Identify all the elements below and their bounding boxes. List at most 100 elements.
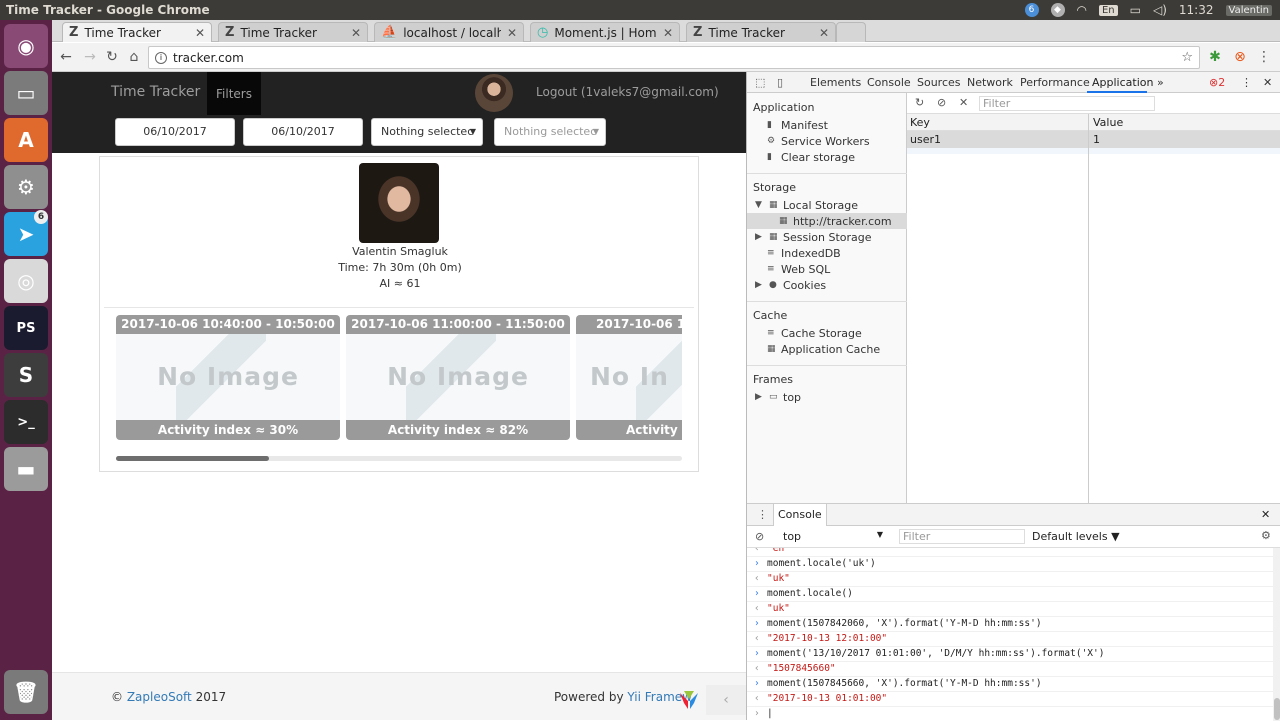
forward-icon[interactable]: → xyxy=(82,49,98,65)
screenshots-strip[interactable]: 2017-10-06 10:40:00 - 10:50:00 No Image … xyxy=(116,315,682,441)
close-tab-icon[interactable]: ✕ xyxy=(195,26,205,40)
drive-icon[interactable]: ▬ xyxy=(4,447,48,491)
value-column-header[interactable]: Value xyxy=(1093,116,1123,129)
refresh-icon[interactable]: ↻ xyxy=(915,96,924,109)
system-top-bar: Time Tracker - Google Chrome 6 ◆ ◠ En ▭ … xyxy=(0,0,1280,20)
battery-icon[interactable]: ▭ xyxy=(1130,3,1141,17)
reload-icon[interactable]: ↻ xyxy=(104,49,120,65)
sidebar-item-cookies[interactable]: ▶ ● Cookies xyxy=(755,279,826,292)
chrome-menu-icon[interactable]: ⋮ xyxy=(1256,49,1272,65)
tab-console[interactable]: Console xyxy=(867,76,911,89)
keyboard-layout[interactable]: En xyxy=(1098,4,1118,16)
sidebar-item-session-storage[interactable]: ▶ ▦ Session Storage xyxy=(755,231,872,244)
tab-time-tracker-1[interactable]: Z Time Tracker ✕ xyxy=(62,22,212,42)
device-toolbar-icon[interactable]: ▯ xyxy=(777,76,783,89)
console-filter-input[interactable]: Filter xyxy=(899,529,1025,544)
error-count-badge[interactable]: ⊗2 xyxy=(1209,76,1225,89)
trash-icon[interactable]: 🗑 xyxy=(4,670,48,714)
chrome-icon[interactable]: ◎ xyxy=(4,259,48,303)
debug-toolbar-toggle[interactable]: ‹ xyxy=(706,685,746,715)
phpstorm-icon[interactable]: PS xyxy=(4,306,48,350)
close-tab-icon[interactable]: ✕ xyxy=(663,26,673,40)
context-select[interactable]: top ▼ xyxy=(775,529,885,544)
sidebar-item-manifest[interactable]: ▮ Manifest xyxy=(767,119,828,132)
extension-orange-icon[interactable]: ⊗ xyxy=(1232,49,1248,65)
company-link[interactable]: ZapleoSoft xyxy=(127,690,192,704)
table-row[interactable]: user1 1 xyxy=(907,131,1280,148)
close-tab-icon[interactable]: ✕ xyxy=(507,26,517,40)
console-settings-gear-icon[interactable]: ⚙ xyxy=(1261,529,1271,542)
site-info-icon[interactable]: i xyxy=(155,51,167,64)
filters-tab[interactable]: Filters xyxy=(207,72,261,115)
tab-momentjs[interactable]: ◷ Moment.js | Home ✕ xyxy=(530,22,680,42)
delete-selected-icon[interactable]: ✕ xyxy=(959,96,968,109)
close-drawer-icon[interactable]: ✕ xyxy=(1261,508,1270,521)
drawer-menu-icon[interactable]: ⋮ xyxy=(757,508,768,521)
clear-all-icon[interactable]: ⊘ xyxy=(937,96,946,109)
sidebar-item-cache-storage[interactable]: ≡ Cache Storage xyxy=(767,327,862,340)
tab-performance[interactable]: Performance xyxy=(1020,76,1090,89)
sidebar-item-local-storage-origin[interactable]: ▦ http://tracker.com xyxy=(747,213,907,229)
logout-link[interactable]: Logout (1valeks7@gmail.com) xyxy=(536,85,719,99)
dropbox-icon[interactable]: ◆ xyxy=(1050,3,1065,17)
sidebar-item-indexeddb[interactable]: ≡ IndexedDB xyxy=(767,247,841,260)
bookmark-star-icon[interactable]: ☆ xyxy=(1181,50,1193,65)
app-brand[interactable]: Time Tracker xyxy=(111,84,200,100)
close-tab-icon[interactable]: ✕ xyxy=(819,26,829,40)
column-divider[interactable] xyxy=(1088,114,1089,503)
tab-sources[interactable]: Sources xyxy=(917,76,961,89)
wifi-icon[interactable]: ◠ xyxy=(1077,3,1087,17)
console-output[interactable]: ‹ "en" › moment.locale('uk') ‹ "uk" › moment.lo… xyxy=(747,548,1273,721)
sidebar-item-application-cache[interactable]: ▦ Application Cache xyxy=(767,343,880,356)
inspect-element-icon[interactable]: ⬚ xyxy=(755,76,765,89)
screenshot-card[interactable]: 2017-10-06 10:40:00 - 10:50:00 No Image … xyxy=(116,315,340,440)
ubuntu-dash-icon[interactable]: ◉ xyxy=(4,24,48,68)
console-scrollbar[interactable] xyxy=(1273,548,1280,721)
tab-elements[interactable]: Elements xyxy=(810,76,861,89)
volume-icon[interactable]: ◁) xyxy=(1153,3,1167,17)
project-select[interactable]: Nothing selectec ▼ xyxy=(494,118,606,146)
close-tab-icon[interactable]: ✕ xyxy=(351,26,361,40)
sidebar-item-frame-top[interactable]: ▶ ▭ top xyxy=(755,391,801,404)
clock[interactable]: 11:32 xyxy=(1179,3,1214,17)
back-icon[interactable]: ← xyxy=(58,49,74,65)
sidebar-item-local-storage[interactable]: ▼ ▦ Local Storage xyxy=(755,199,858,212)
sidebar-item-service-workers[interactable]: ⚙ Service Workers xyxy=(767,135,870,148)
user-menu[interactable]: Valentin xyxy=(1225,4,1272,16)
tab-time-tracker-3[interactable]: Z Time Tracker ✕ xyxy=(686,22,836,42)
files-icon[interactable]: ▭ xyxy=(4,71,48,115)
key-column-header[interactable]: Key xyxy=(910,116,930,129)
notification-badge[interactable]: 6 xyxy=(1024,3,1039,17)
date-to-input[interactable]: 06/10/2017 xyxy=(243,118,363,146)
sidebar-item-clear-storage[interactable]: ▮ Clear storage xyxy=(767,151,855,164)
telegram-icon[interactable]: ➤ 6 xyxy=(4,210,48,256)
home-icon[interactable]: ⌂ xyxy=(126,49,142,65)
new-tab-button[interactable] xyxy=(836,22,866,42)
date-from-input[interactable]: 06/10/2017 xyxy=(115,118,235,146)
scrollbar-thumb[interactable] xyxy=(1274,698,1280,720)
item-label: Application Cache xyxy=(781,343,881,356)
drawer-tab-console[interactable]: Console xyxy=(773,504,827,526)
sidebar-item-websql[interactable]: ≡ Web SQL xyxy=(767,263,830,276)
tab-network[interactable]: Network xyxy=(967,76,1013,89)
system-settings-icon[interactable]: ⚙ xyxy=(4,165,48,209)
scrollbar-thumb[interactable] xyxy=(116,456,269,461)
tab-time-tracker-2[interactable]: Z Time Tracker ✕ xyxy=(218,22,368,42)
clear-console-icon[interactable]: ⊘ xyxy=(755,530,764,543)
devtools-menu-icon[interactable]: ⋮ xyxy=(1241,76,1252,89)
tab-application[interactable]: Application xyxy=(1092,76,1153,89)
software-center-icon[interactable]: A xyxy=(4,118,48,162)
close-devtools-icon[interactable]: ✕ xyxy=(1263,76,1272,89)
terminal-icon[interactable]: >_ xyxy=(4,400,48,444)
user-select[interactable]: Nothing selectec ▼ xyxy=(371,118,483,146)
storage-filter-input[interactable]: Filter xyxy=(979,96,1155,111)
more-tabs-icon[interactable]: » xyxy=(1157,76,1164,89)
screenshot-card[interactable]: 2017-10-06 11:00:00 - 11:50:00 No Image … xyxy=(346,315,570,440)
extension-green-icon[interactable]: ✱ xyxy=(1207,49,1223,65)
address-bar[interactable]: i tracker.com ☆ xyxy=(148,46,1200,69)
sublime-text-icon[interactable]: S xyxy=(4,353,48,397)
screenshot-card[interactable]: 2017-10-06 12: No In Activity in xyxy=(576,315,682,440)
log-levels-select[interactable]: Default levels ▼ xyxy=(1032,530,1120,543)
screenshot-placeholder: No Image xyxy=(116,334,340,420)
tab-localhost[interactable]: ⛵ localhost / localhos ✕ xyxy=(374,22,524,42)
